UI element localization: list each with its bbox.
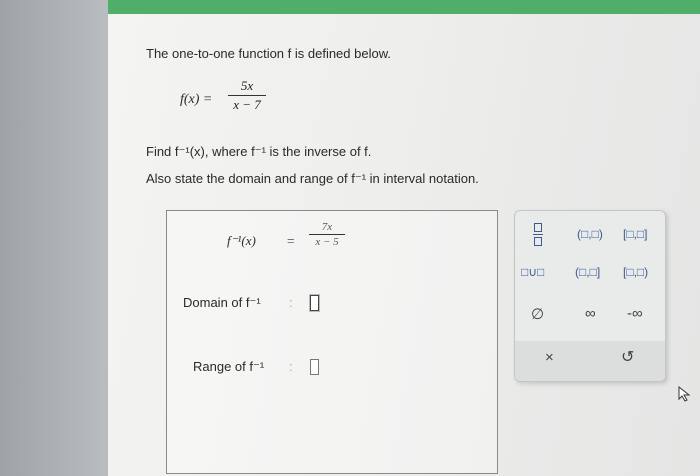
fraction-button[interactable]: [529, 223, 547, 246]
left-open-interval-button[interactable]: (□,□]: [575, 265, 600, 279]
math-palette: (□,□) [□,□] □∪□ (□,□] [□,□) ∅ ∞ -∞ × ↺: [514, 210, 666, 382]
state-instruction: Also state the domain and range of f⁻¹ i…: [146, 171, 479, 186]
range-colon: :: [289, 359, 293, 374]
inverse-denominator: x − 5: [315, 236, 339, 248]
answer-box: f⁻¹(x) = 7x x − 5 Domain of f⁻¹ : Range …: [166, 210, 498, 474]
right-open-interval-button[interactable]: [□,□): [623, 265, 648, 279]
function-fraction: 5x x − 7: [228, 78, 266, 113]
left-margin: [0, 0, 108, 476]
domain-label: Domain of f⁻¹: [183, 295, 261, 310]
question-panel: The one-to-one function f is defined bel…: [108, 14, 700, 476]
inverse-label: f⁻¹(x): [227, 233, 256, 248]
equals-sign: =: [287, 233, 295, 248]
inverse-numerator: 7x: [321, 221, 333, 233]
palette-action-row: [515, 341, 665, 381]
union-button[interactable]: □∪□: [521, 265, 544, 279]
function-denominator: x − 7: [233, 97, 261, 112]
function-numerator: 5x: [240, 78, 254, 93]
problem-intro: The one-to-one function f is defined bel…: [146, 46, 391, 61]
range-input[interactable]: [310, 359, 319, 375]
domain-colon: :: [289, 295, 293, 310]
undo-button[interactable]: ↺: [621, 347, 634, 367]
infinity-button[interactable]: ∞: [585, 305, 596, 322]
clear-button[interactable]: ×: [545, 349, 554, 366]
range-label: Range of f⁻¹: [193, 359, 265, 374]
negative-infinity-button[interactable]: -∞: [627, 305, 643, 322]
function-label: f(x) =: [180, 92, 213, 107]
empty-set-button[interactable]: ∅: [531, 305, 544, 323]
header-strip: [108, 0, 700, 14]
find-instruction: Find f⁻¹(x), where f⁻¹ is the inverse of…: [146, 144, 372, 159]
open-interval-button[interactable]: (□,□): [577, 227, 603, 241]
mouse-cursor-icon: [678, 386, 691, 402]
domain-input[interactable]: [310, 295, 319, 311]
closed-interval-button[interactable]: [□,□]: [623, 227, 648, 241]
inverse-answer-field[interactable]: 7x x − 5: [309, 221, 345, 248]
